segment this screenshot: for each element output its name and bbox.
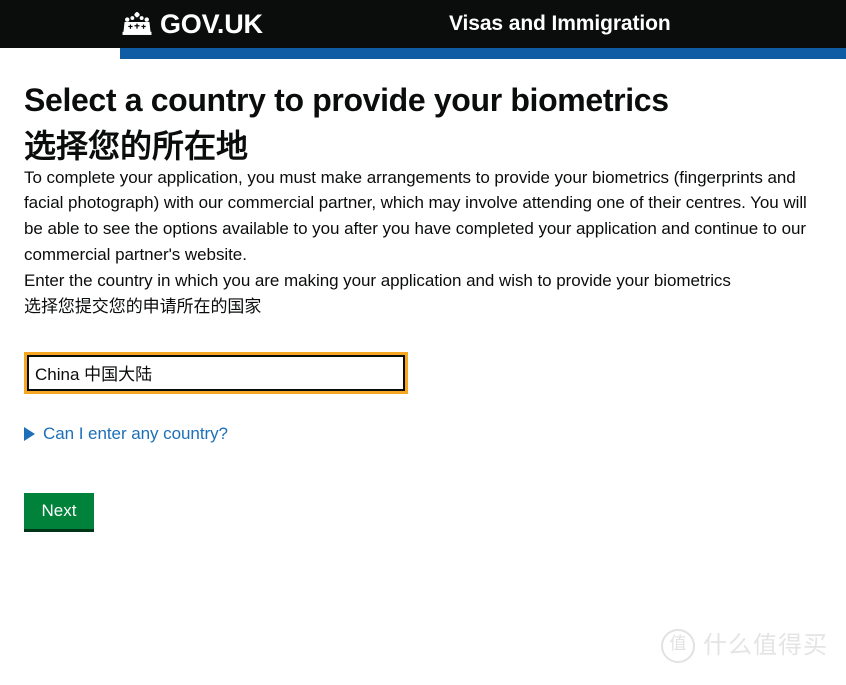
page-title-cn: 选择您的所在地 xyxy=(24,127,249,164)
main-content: Select a country to provide your biometr… xyxy=(0,59,846,529)
site-header: GOV.UK Visas and Immigration xyxy=(0,0,846,48)
govuk-home-link[interactable]: GOV.UK xyxy=(120,0,263,48)
next-button[interactable]: Next xyxy=(24,492,94,529)
watermark-badge: 值 xyxy=(661,629,695,663)
page-title: Select a country to provide your biometr… xyxy=(24,59,822,165)
accent-bar-spacer xyxy=(0,48,120,59)
watermark: 值 什么值得买 xyxy=(661,629,828,663)
triangle-right-icon xyxy=(24,426,35,441)
details-can-i-enter-any-country[interactable]: Can I enter any country? xyxy=(24,424,228,444)
prompt-paragraph-cn: 选择您提交您的申请所在的国家 xyxy=(24,296,262,316)
crown-icon xyxy=(122,12,152,35)
service-name-link[interactable]: Visas and Immigration xyxy=(449,0,671,48)
page-title-en: Select a country to provide your biometr… xyxy=(24,82,669,118)
intro-paragraph: To complete your application, you must m… xyxy=(24,167,807,265)
watermark-text: 什么值得买 xyxy=(703,632,828,659)
accent-bar-row xyxy=(0,48,846,59)
prompt-paragraph-en: Enter the country in which you are makin… xyxy=(24,270,731,290)
country-input-focus-ring xyxy=(24,351,408,394)
country-input[interactable] xyxy=(27,354,405,391)
details-summary-label: Can I enter any country? xyxy=(43,423,228,443)
govuk-brand-label: GOV.UK xyxy=(160,8,263,39)
accent-bar xyxy=(120,48,846,59)
